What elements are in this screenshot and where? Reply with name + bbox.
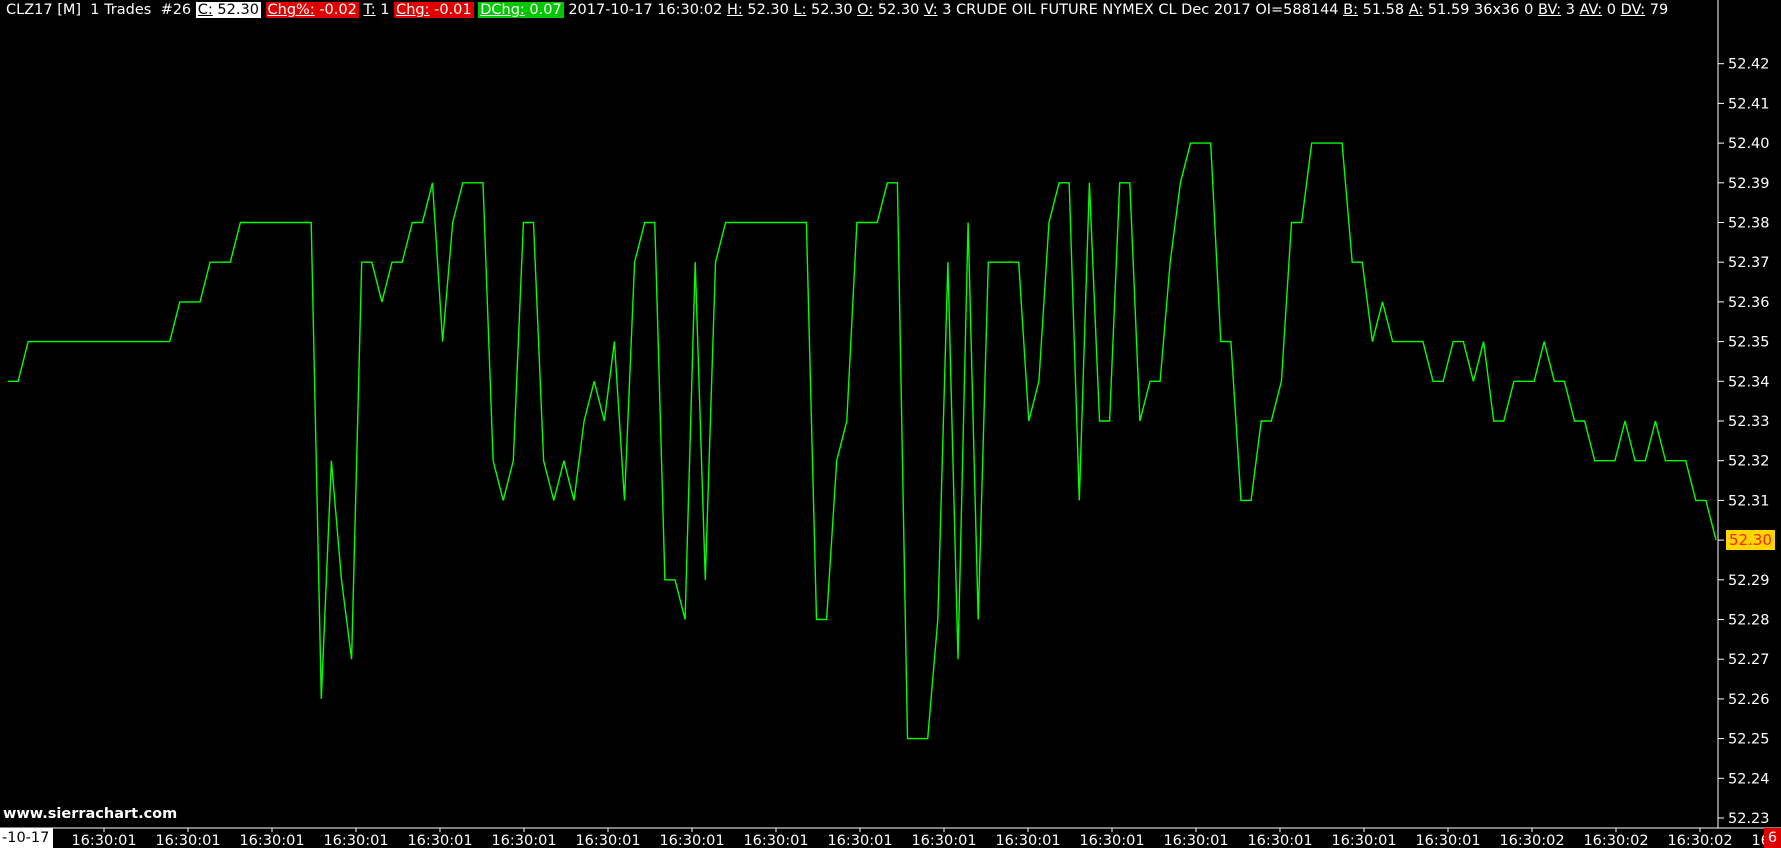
price-axis[interactable]: 52.42 52.41 52.40 52.39 52.38 52.37 52.36 52.35… xyxy=(1717,0,1770,828)
x-tick-label: 16:30:01 xyxy=(911,833,976,848)
y-tick-label: 52.33 xyxy=(1728,414,1770,430)
x-tick-label: 16:30:01 xyxy=(239,833,304,848)
y-tick-label: 52.26 xyxy=(1728,692,1770,708)
y-tick-label: 52.25 xyxy=(1728,732,1770,748)
watermark: www.sierrachart.com xyxy=(3,806,178,822)
y-tick-label: 52.42 xyxy=(1728,57,1770,73)
size-text: 36x36 0 xyxy=(1474,2,1534,18)
daily-volume-value: DV: 79 xyxy=(1620,2,1669,18)
time-axis[interactable]: 16:30:01 16:30:01 16:30:01 16:30:01 16:30:01… xyxy=(0,827,1781,848)
x-tick-label: 16:30:01 xyxy=(827,833,892,848)
dchg-box: DChg: 0.07 xyxy=(478,2,564,18)
x-tick-label: 16:30:01 xyxy=(71,833,136,848)
y-tick-label: 52.29 xyxy=(1728,573,1770,589)
y-tick-label: 52.28 xyxy=(1728,613,1770,629)
date-label: -10-17 xyxy=(0,828,54,848)
x-tick-label: 16:30:02 xyxy=(1667,833,1732,848)
x-tick-label: 16:30:01 xyxy=(491,833,556,848)
corner-badge[interactable]: 6 xyxy=(1764,828,1781,848)
y-tick-label: 52.36 xyxy=(1728,295,1770,311)
trades-label: 1 Trades xyxy=(90,2,152,18)
x-tick-label: 16:30:01 xyxy=(1079,833,1144,848)
x-tick-label: 16:30:01 xyxy=(1415,833,1480,848)
x-tick-label: 16:30:01 xyxy=(659,833,724,848)
last-price-marker: 52.30 xyxy=(1726,530,1775,551)
bid-value: B: 51.58 xyxy=(1343,2,1405,18)
price-chart[interactable]: 52.42 52.41 52.40 52.39 52.38 52.37 52.36 52.35… xyxy=(0,0,1781,848)
chg-box: Chg: -0.01 xyxy=(394,2,474,18)
close-box: C: 52.30 xyxy=(195,2,261,18)
x-tick-label: 16:30:01 xyxy=(575,833,640,848)
volume-value: V: 3 xyxy=(923,2,952,18)
y-tick-label: 52.40 xyxy=(1728,136,1770,152)
chg-pct-box: Chg%: -0.02 xyxy=(265,2,359,18)
x-tick-label: 16:30:01 xyxy=(1163,833,1228,848)
y-tick-label: 52.24 xyxy=(1728,771,1770,787)
x-tick-label: 16:30:01 xyxy=(1247,833,1312,848)
y-tick-label: 52.35 xyxy=(1728,335,1770,351)
price-line-series xyxy=(8,142,1717,740)
y-tick-label: 52.23 xyxy=(1728,811,1770,827)
y-tick-label: 52.37 xyxy=(1728,255,1770,271)
symbol-label: CLZ17 [M] xyxy=(6,2,82,18)
x-tick-label: 16:30:01 xyxy=(323,833,388,848)
x-tick-label: 16:30:01 xyxy=(155,833,220,848)
y-tick-label: 52.41 xyxy=(1728,96,1770,112)
low-value: L: 52.30 xyxy=(793,2,853,18)
price-line xyxy=(8,142,1717,740)
bar-number: #26 xyxy=(160,2,192,18)
y-tick-label: 52.32 xyxy=(1728,454,1770,470)
ask-value: A: 51.59 xyxy=(1408,2,1470,18)
bid-volume-value: BV: 3 xyxy=(1537,2,1575,18)
datetime-label: 2017-10-17 16:30:02 xyxy=(568,2,723,18)
y-tick-label: 52.38 xyxy=(1728,216,1770,232)
x-tick-label: 16:30:02 xyxy=(1499,833,1564,848)
x-tick-label: 16:30:01 xyxy=(743,833,808,848)
y-tick-label: 52.27 xyxy=(1728,652,1770,668)
y-tick-label: 52.39 xyxy=(1728,176,1770,192)
open-value: O: 52.30 xyxy=(857,2,920,18)
t-value: T: 1 xyxy=(363,2,390,18)
x-tick-label: 16:30:01 xyxy=(995,833,1060,848)
y-tick-label: 52.34 xyxy=(1728,374,1770,390)
y-tick-label: 52.31 xyxy=(1728,493,1770,509)
x-tick-label: 16:30:01 xyxy=(407,833,472,848)
instrument-description: CRUDE OIL FUTURE NYMEX CL Dec 2017 OI=58… xyxy=(956,2,1339,18)
x-tick-label: 16:30:01 xyxy=(1331,833,1396,848)
ask-volume-value: AV: 0 xyxy=(1579,2,1616,18)
x-tick-label: 16:30:02 xyxy=(1583,833,1648,848)
chart-header: CLZ17 [M] 1 Trades #26 C: 52.30 Chg%: -0… xyxy=(0,0,1724,20)
high-value: H: 52.30 xyxy=(726,2,789,18)
